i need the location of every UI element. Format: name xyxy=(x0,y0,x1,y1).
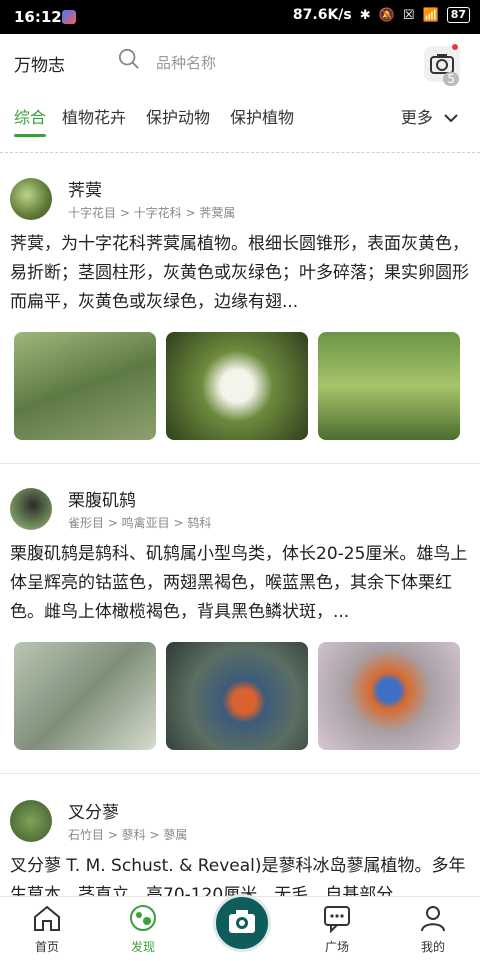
nav-home[interactable]: 首页 xyxy=(12,903,82,955)
top-bar: 万物志 品种名称 5 xyxy=(0,34,480,90)
status-right: 87.6K/s ✱ 🔕 ☒ 📶 87 xyxy=(293,7,470,23)
card-divider xyxy=(0,773,480,774)
photo-count-badge: 5 xyxy=(443,72,459,86)
category-tabs: 综合 植物花卉 保护动物 保护植物 更多 xyxy=(0,90,480,142)
species-avatar xyxy=(10,488,52,530)
nav-profile[interactable]: 我的 xyxy=(398,903,468,955)
home-icon xyxy=(34,905,60,931)
species-card[interactable]: 叉分蓼 石竹目 > 蓼科 > 蓼属 叉分蓼 T. M. Schust. & Re… xyxy=(0,790,480,896)
species-avatar xyxy=(10,800,52,842)
species-title: 荠蓂 xyxy=(68,181,102,201)
photo-history-button[interactable]: 5 xyxy=(424,44,460,86)
species-photo[interactable] xyxy=(14,642,156,750)
notification-dot xyxy=(452,44,458,50)
app-notification-icon xyxy=(62,10,76,24)
search-placeholder: 品种名称 xyxy=(156,54,217,72)
wifi-icon: 📶 xyxy=(422,7,439,23)
tab-protected-animals[interactable]: 保护动物 xyxy=(146,104,210,128)
nav-discover[interactable]: 发现 xyxy=(108,903,178,955)
nav-label: 我的 xyxy=(420,940,445,954)
species-breadcrumb: 十字花目 > 十字花科 > 荠蓂属 xyxy=(68,206,236,220)
species-photo[interactable] xyxy=(166,642,308,750)
card-divider xyxy=(0,463,480,464)
tab-protected-plants[interactable]: 保护植物 xyxy=(230,104,294,128)
species-title: 栗腹矶鸫 xyxy=(68,491,136,511)
species-description: 荠蓂，为十字花科荠蓂属植物。根细长圆锥形，表面灰黄色，易折断；茎圆柱形，灰黄色或… xyxy=(10,234,469,312)
status-bar: 16:12 87.6K/s ✱ 🔕 ☒ 📶 87 xyxy=(0,0,480,34)
bottom-navigation: 首页 发现 广场 我的 xyxy=(0,894,480,961)
species-card[interactable]: 栗腹矶鸫 雀形目 > 鸣禽亚目 > 鸫科 栗腹矶鸫是鸫科、矶鸫属小型鸟类，体长2… xyxy=(0,478,480,774)
more-label: 更多 xyxy=(400,108,433,127)
more-tabs-button[interactable]: 更多 xyxy=(401,104,458,128)
tabs-divider xyxy=(0,152,480,153)
nav-label: 发现 xyxy=(130,940,155,954)
network-speed: 87.6K/s xyxy=(292,7,352,23)
species-photo[interactable] xyxy=(318,332,460,440)
search-icon xyxy=(118,48,139,69)
species-avatar xyxy=(10,178,52,220)
search-input[interactable]: 品种名称 xyxy=(118,46,338,78)
species-breadcrumb: 石竹目 > 蓼科 > 蓼属 xyxy=(68,828,188,842)
species-photo[interactable] xyxy=(318,642,460,750)
status-time: 16:12 xyxy=(14,8,62,26)
profile-icon xyxy=(421,906,445,932)
discover-icon xyxy=(130,905,156,931)
camera-capture-button[interactable] xyxy=(213,894,271,952)
camera-icon xyxy=(229,910,255,933)
battery-icon: 87 xyxy=(446,7,470,23)
species-photo[interactable] xyxy=(166,332,308,440)
species-thumbnails xyxy=(14,642,460,750)
bluetooth-icon: ✱ xyxy=(359,7,371,23)
app-title: 万物志 xyxy=(14,56,65,76)
species-breadcrumb: 雀形目 > 鸣禽亚目 > 鸫科 xyxy=(68,516,212,530)
nav-label: 首页 xyxy=(34,940,59,954)
nav-square[interactable]: 广场 xyxy=(302,903,372,955)
chat-icon xyxy=(324,906,350,934)
species-description: 叉分蓼 T. M. Schust. & Reveal)是蓼科冰岛蓼属植物。多年生… xyxy=(10,856,466,896)
species-photo[interactable] xyxy=(14,332,156,440)
species-title: 叉分蓼 xyxy=(68,803,119,823)
species-description: 栗腹矶鸫是鸫科、矶鸫属小型鸟类，体长20-25厘米。雄鸟上体呈辉亮的钴蓝色，两翅… xyxy=(10,544,468,622)
tab-plants-flowers[interactable]: 植物花卉 xyxy=(62,104,126,128)
species-card[interactable]: 荠蓂 十字花目 > 十字花科 > 荠蓂属 荠蓂，为十字花科荠蓂属植物。根细长圆锥… xyxy=(0,168,480,464)
nav-label: 广场 xyxy=(324,940,349,954)
sim-icon: ☒ xyxy=(402,7,415,23)
species-thumbnails xyxy=(14,332,460,440)
tab-all[interactable]: 综合 xyxy=(14,104,47,137)
mute-icon: 🔕 xyxy=(378,7,395,23)
chevron-down-icon xyxy=(444,114,458,123)
